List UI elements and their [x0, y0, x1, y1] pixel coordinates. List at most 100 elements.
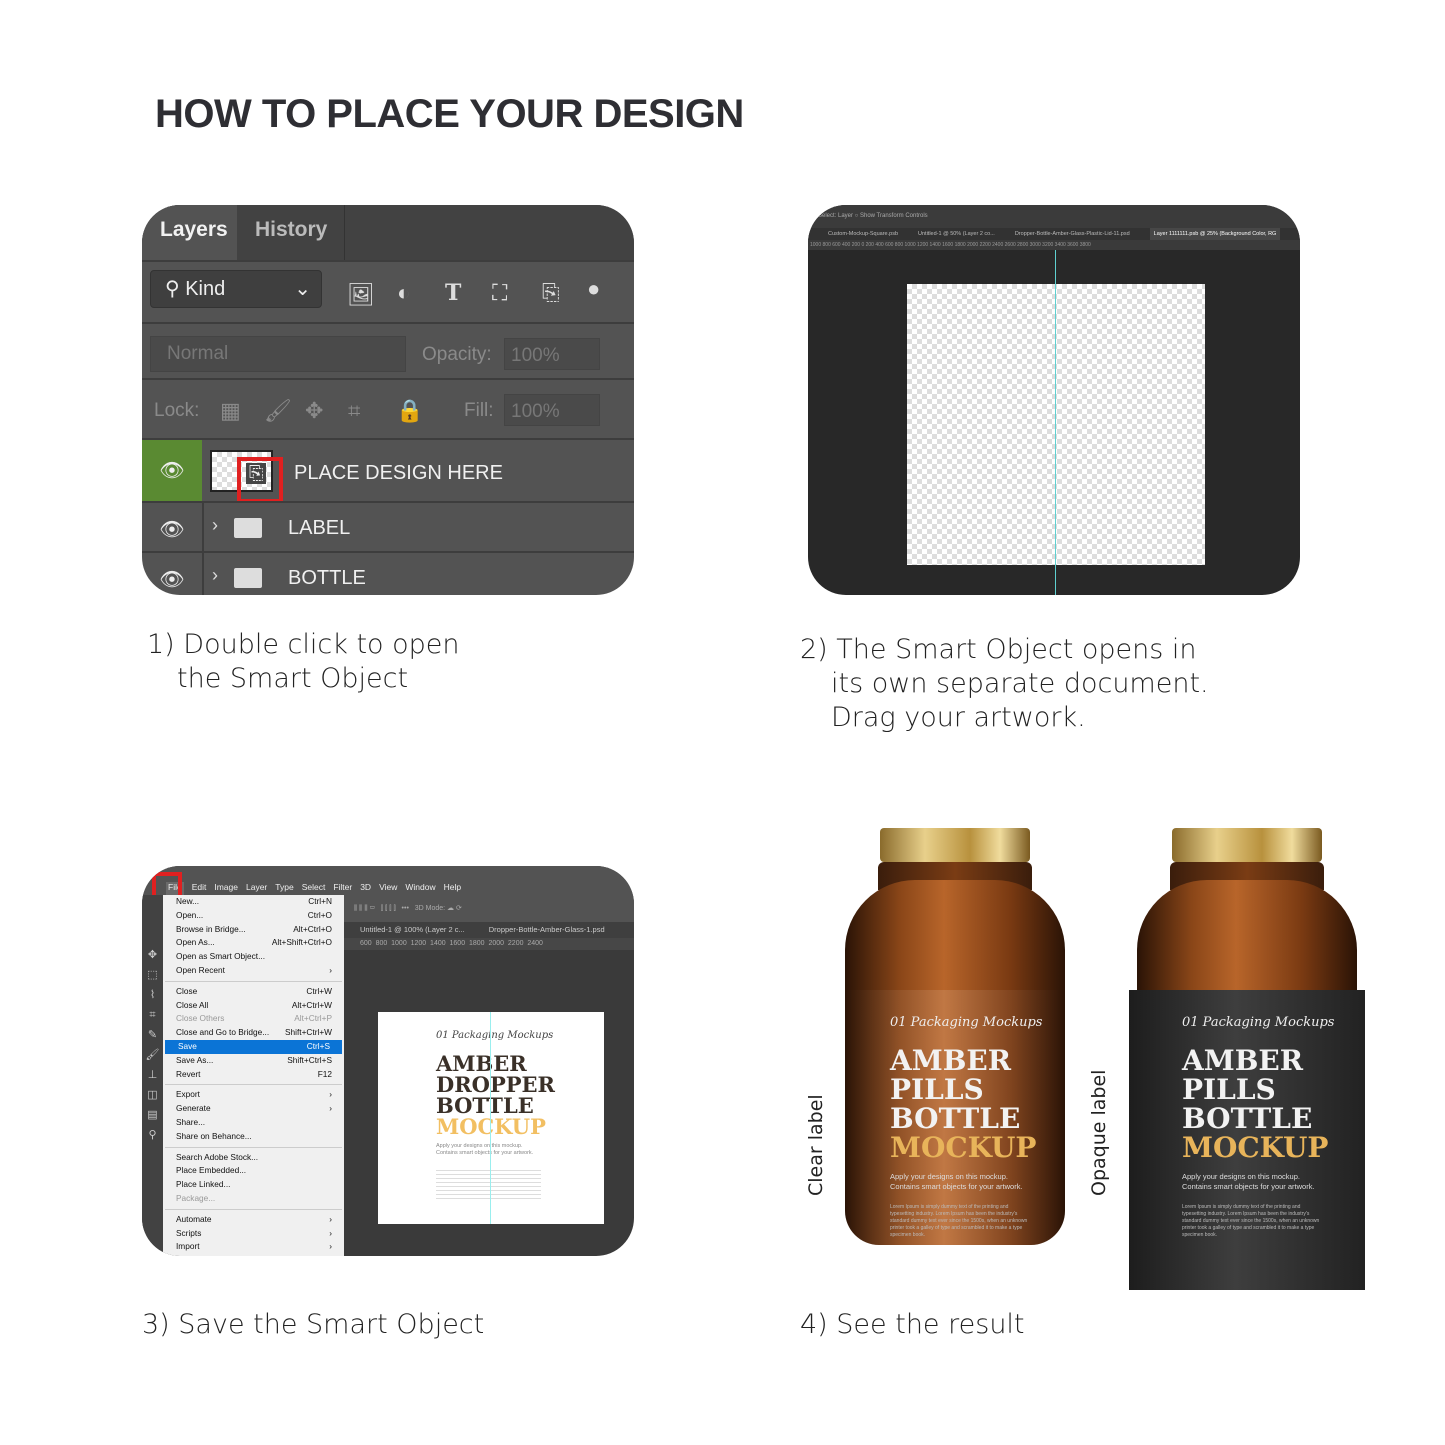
- menu-item-shortcut: Ctrl+S: [306, 1040, 330, 1051]
- layer-row-place-design-here[interactable]: 👁 ⎘ PLACE DESIGN HERE: [142, 438, 634, 503]
- menu-window[interactable]: Window: [405, 882, 435, 895]
- blend-mode-select[interactable]: Normal: [150, 336, 406, 372]
- tab-layers[interactable]: Layers: [142, 205, 237, 260]
- menu-item[interactable]: Close and Go to Bridge... Shift+Ctrl+W: [163, 1026, 344, 1040]
- menu-item[interactable]: Package...: [163, 1192, 344, 1206]
- headline-line: AMBER: [436, 1051, 527, 1076]
- type-filter-icon[interactable]: T: [445, 280, 461, 306]
- menu-item-shortcut: ›: [329, 1213, 332, 1224]
- menu-filter[interactable]: Filter: [333, 882, 352, 895]
- move-tool-icon[interactable]: ✥: [142, 945, 163, 965]
- bottle-clear-label: 01 Packaging Mockups AMBER PILLS BOTTLE MOC…: [845, 828, 1065, 1290]
- menu-item[interactable]: Browse in Bridge... Alt+Ctrl+O: [163, 923, 344, 937]
- doc-tab[interactable]: Custom-Mockup-Square.psb: [828, 228, 898, 240]
- menu-item-shortcut: Ctrl+W: [306, 985, 332, 996]
- layer-name: BOTTLE: [288, 567, 366, 589]
- menu-item[interactable]: Search Adobe Stock...: [163, 1151, 344, 1165]
- tab-history[interactable]: History: [237, 205, 345, 260]
- doc-tab[interactable]: Dropper-Bottle-Amber-Glass-Plastic-Lid-1…: [1015, 228, 1130, 240]
- menu-item[interactable]: Close Ctrl+W: [163, 985, 344, 999]
- menu-image[interactable]: Image: [214, 882, 238, 895]
- gradient-tool-icon[interactable]: ▤: [142, 1105, 163, 1125]
- bottle-opaque-label: 01 Packaging Mockups AMBER PILLS BOTTLE MOC…: [1129, 828, 1365, 1290]
- headline-accent: MOCKUP: [436, 1116, 604, 1137]
- menu-item[interactable]: Close All Alt+Ctrl+W: [163, 999, 344, 1013]
- eyedropper-tool-icon[interactable]: ✎: [142, 1025, 163, 1045]
- visibility-eye-icon[interactable]: 👁: [142, 517, 202, 542]
- filter-toggle-icon[interactable]: ●: [587, 276, 600, 302]
- menu-item[interactable]: Share...: [163, 1116, 344, 1130]
- smart-object-icon[interactable]: ⎘: [246, 463, 267, 484]
- brush-tool-icon[interactable]: 🖌: [142, 1045, 163, 1065]
- menu-item[interactable]: Open as Smart Object...: [163, 950, 344, 964]
- lock-all-icon[interactable]: 🔒: [396, 398, 423, 424]
- file-menu-screenshot: File Edit Image Layer Type Select Filter 3D View…: [142, 866, 634, 1256]
- lock-move-icon[interactable]: ✥: [305, 398, 323, 424]
- menu-item[interactable]: Place Linked...: [163, 1178, 344, 1192]
- menu-edit[interactable]: Edit: [192, 882, 207, 895]
- transparent-canvas[interactable]: [907, 284, 1205, 565]
- step-1-caption: 1) Double click to open the Smart Object: [147, 628, 460, 696]
- smart-object-filter-icon[interactable]: ⎘: [542, 280, 560, 306]
- menu-item[interactable]: Place Embedded...: [163, 1164, 344, 1178]
- filter-kind-value: Kind: [185, 278, 226, 300]
- visibility-eye-icon[interactable]: 👁: [142, 567, 202, 592]
- shape-filter-icon[interactable]: ⛶: [492, 280, 507, 306]
- lock-paint-brush-icon[interactable]: 🖌: [264, 398, 292, 424]
- menu-item[interactable]: Open... Ctrl+O: [163, 909, 344, 923]
- filter-kind-select[interactable]: ⚲ Kind ⌄: [150, 270, 322, 308]
- doc-tab[interactable]: Untitled-1 @ 50% (Layer 2 co...: [918, 228, 995, 240]
- menu-item[interactable]: Open Recent ›: [163, 964, 344, 978]
- menu-item[interactable]: Open As... Alt+Shift+Ctrl+O: [163, 936, 344, 950]
- menu-item[interactable]: Export ›: [163, 1088, 344, 1102]
- visibility-eye-icon[interactable]: 👁: [142, 458, 202, 483]
- menu-item-label: Share...: [176, 1116, 206, 1127]
- menu-help[interactable]: Help: [444, 882, 461, 895]
- zoom-tool-icon[interactable]: ⚲: [142, 1125, 163, 1145]
- options-bar: ⫼ ⫼ ⫼ ▭ ⫿ ⫿ ⫿ ⫿ ••• 3D Mode: ☁ ⟳: [344, 895, 634, 922]
- menu-item-label: Export: [176, 1089, 200, 1100]
- marquee-tool-icon[interactable]: ⬚: [142, 965, 163, 985]
- menu-view[interactable]: View: [379, 882, 397, 895]
- menu-3d[interactable]: 3D: [360, 882, 371, 895]
- menu-item-shortcut: Alt+Ctrl+O: [293, 923, 332, 934]
- lock-label: Lock:: [154, 400, 200, 421]
- menu-select[interactable]: Select: [302, 882, 326, 895]
- lasso-tool-icon[interactable]: ⌇: [142, 985, 163, 1005]
- menu-type[interactable]: Type: [275, 882, 293, 895]
- menu-item[interactable]: Automate ›: [163, 1213, 344, 1227]
- eraser-tool-icon[interactable]: ◫: [142, 1085, 163, 1105]
- menu-separator: [165, 1208, 342, 1210]
- image-filter-icon[interactable]: 🖼: [347, 282, 375, 308]
- menu-layer[interactable]: Layer: [246, 882, 267, 895]
- menu-item[interactable]: Generate ›: [163, 1102, 344, 1116]
- doc-tab[interactable]: Untitled-1 @ 100% (Layer 2 c...: [360, 922, 465, 938]
- crop-tool-icon[interactable]: ⌗: [142, 1005, 163, 1025]
- doc-tab-active[interactable]: Layer 1111111.psb @ 25% (Background Colo…: [1149, 228, 1281, 240]
- menu-item[interactable]: Scripts ›: [163, 1227, 344, 1241]
- opacity-input[interactable]: 100%: [504, 338, 600, 370]
- menu-item-label: Close: [176, 985, 198, 996]
- layer-row-bottle[interactable]: 👁 › BOTTLE: [142, 551, 634, 595]
- fill-label: Fill:: [464, 400, 494, 421]
- options-bar: Select: Layer ○ Show Transform Controls: [808, 205, 1300, 228]
- bottle-body: 01 Packaging Mockups AMBER PILLS BOTTLE MOC…: [1129, 880, 1365, 1290]
- menu-item[interactable]: Import ›: [163, 1240, 344, 1254]
- menu-item[interactable]: Share on Behance...: [163, 1130, 344, 1144]
- menu-item[interactable]: Revert F12: [163, 1068, 344, 1082]
- fill-input[interactable]: 100%: [504, 394, 600, 426]
- caption-line: 1) Double click to open: [147, 629, 460, 660]
- label-body: Lorem Ipsum is simply dummy text of the …: [1182, 1204, 1320, 1238]
- menu-item[interactable]: Close Others Alt+Ctrl+P: [163, 1012, 344, 1026]
- adjustment-filter-icon[interactable]: ◐: [397, 280, 410, 306]
- layer-row-label[interactable]: 👁 › LABEL: [142, 501, 634, 551]
- menu-item[interactable]: New... Ctrl+N: [163, 895, 344, 909]
- menu-item[interactable]: Save Ctrl+S: [165, 1039, 342, 1054]
- doc-tab[interactable]: Dropper-Bottle-Amber-Glass-1.psd: [489, 922, 605, 938]
- menu-item[interactable]: Save As... Shift+Ctrl+S: [163, 1054, 344, 1068]
- chevron-right-icon[interactable]: ›: [212, 565, 218, 586]
- lock-artboard-icon[interactable]: ⌗: [348, 398, 360, 424]
- lock-transparent-icon[interactable]: ▦: [220, 398, 241, 424]
- chevron-right-icon[interactable]: ›: [212, 515, 218, 536]
- stamp-tool-icon[interactable]: ⊥: [142, 1065, 163, 1085]
